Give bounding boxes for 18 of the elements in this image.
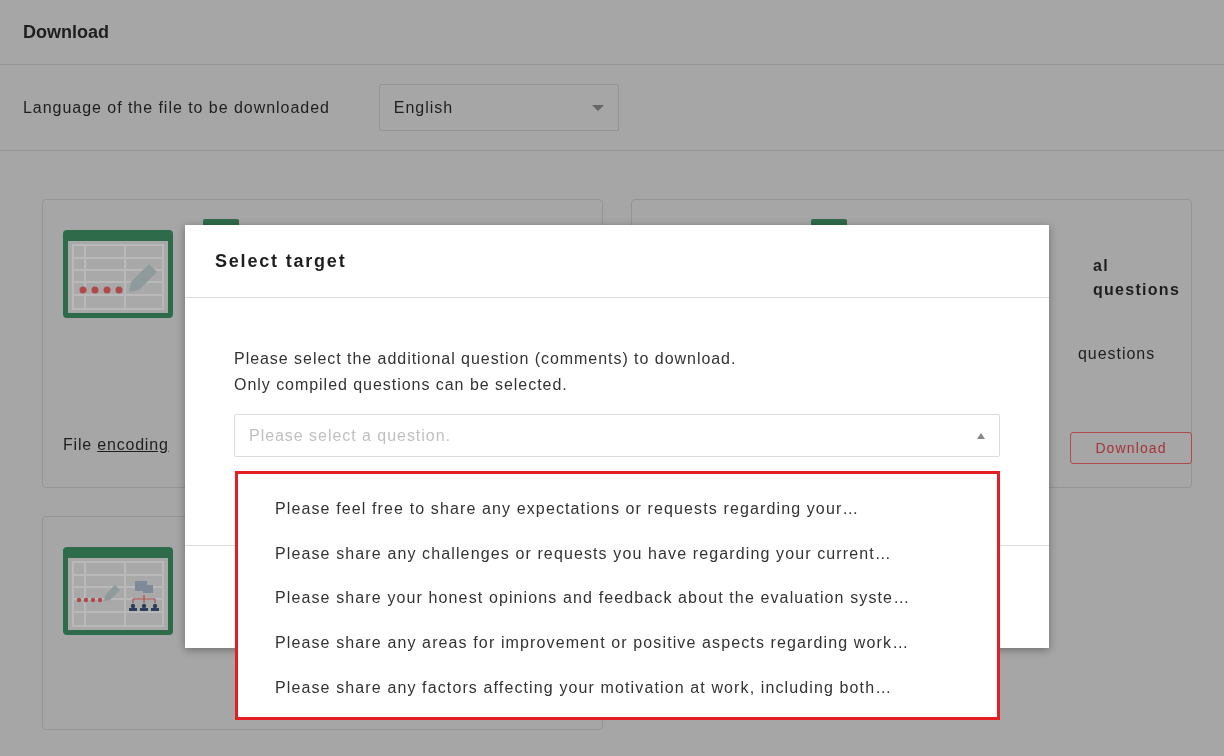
language-select[interactable]: English <box>378 84 619 131</box>
option-item[interactable]: Please share your honest opinions and feedback about the evaluation syste… <box>238 576 997 621</box>
option-item[interactable]: Please feel free to share any expectations or requests regarding your… <box>238 487 997 532</box>
option-item[interactable]: Please share any areas for improvement or positive aspects regarding work… <box>238 620 997 666</box>
encoding-link[interactable]: encoding <box>97 436 169 453</box>
instruction-text: Only compiled questions can be selected. <box>234 375 569 395</box>
page-title: Download <box>23 20 109 44</box>
file-encoding-label: File <box>63 436 92 453</box>
language-label: Language of the file to be downloaded <box>23 97 330 118</box>
option-item[interactable]: Please share any factors affecting your motivation at work, including both… <box>238 665 997 710</box>
instruction-text: Please select the additional question (comments) to download. <box>234 349 738 369</box>
option-item[interactable]: Please share any challenges or requests you have regarding your current… <box>238 531 997 577</box>
spreadsheet-icon <box>63 547 173 635</box>
modal-title: Select target <box>215 249 347 273</box>
card-title: al questions <box>1093 257 1181 298</box>
card-description: questions <box>1078 345 1156 362</box>
caret-icon <box>591 104 604 111</box>
spreadsheet-icon <box>63 230 173 318</box>
